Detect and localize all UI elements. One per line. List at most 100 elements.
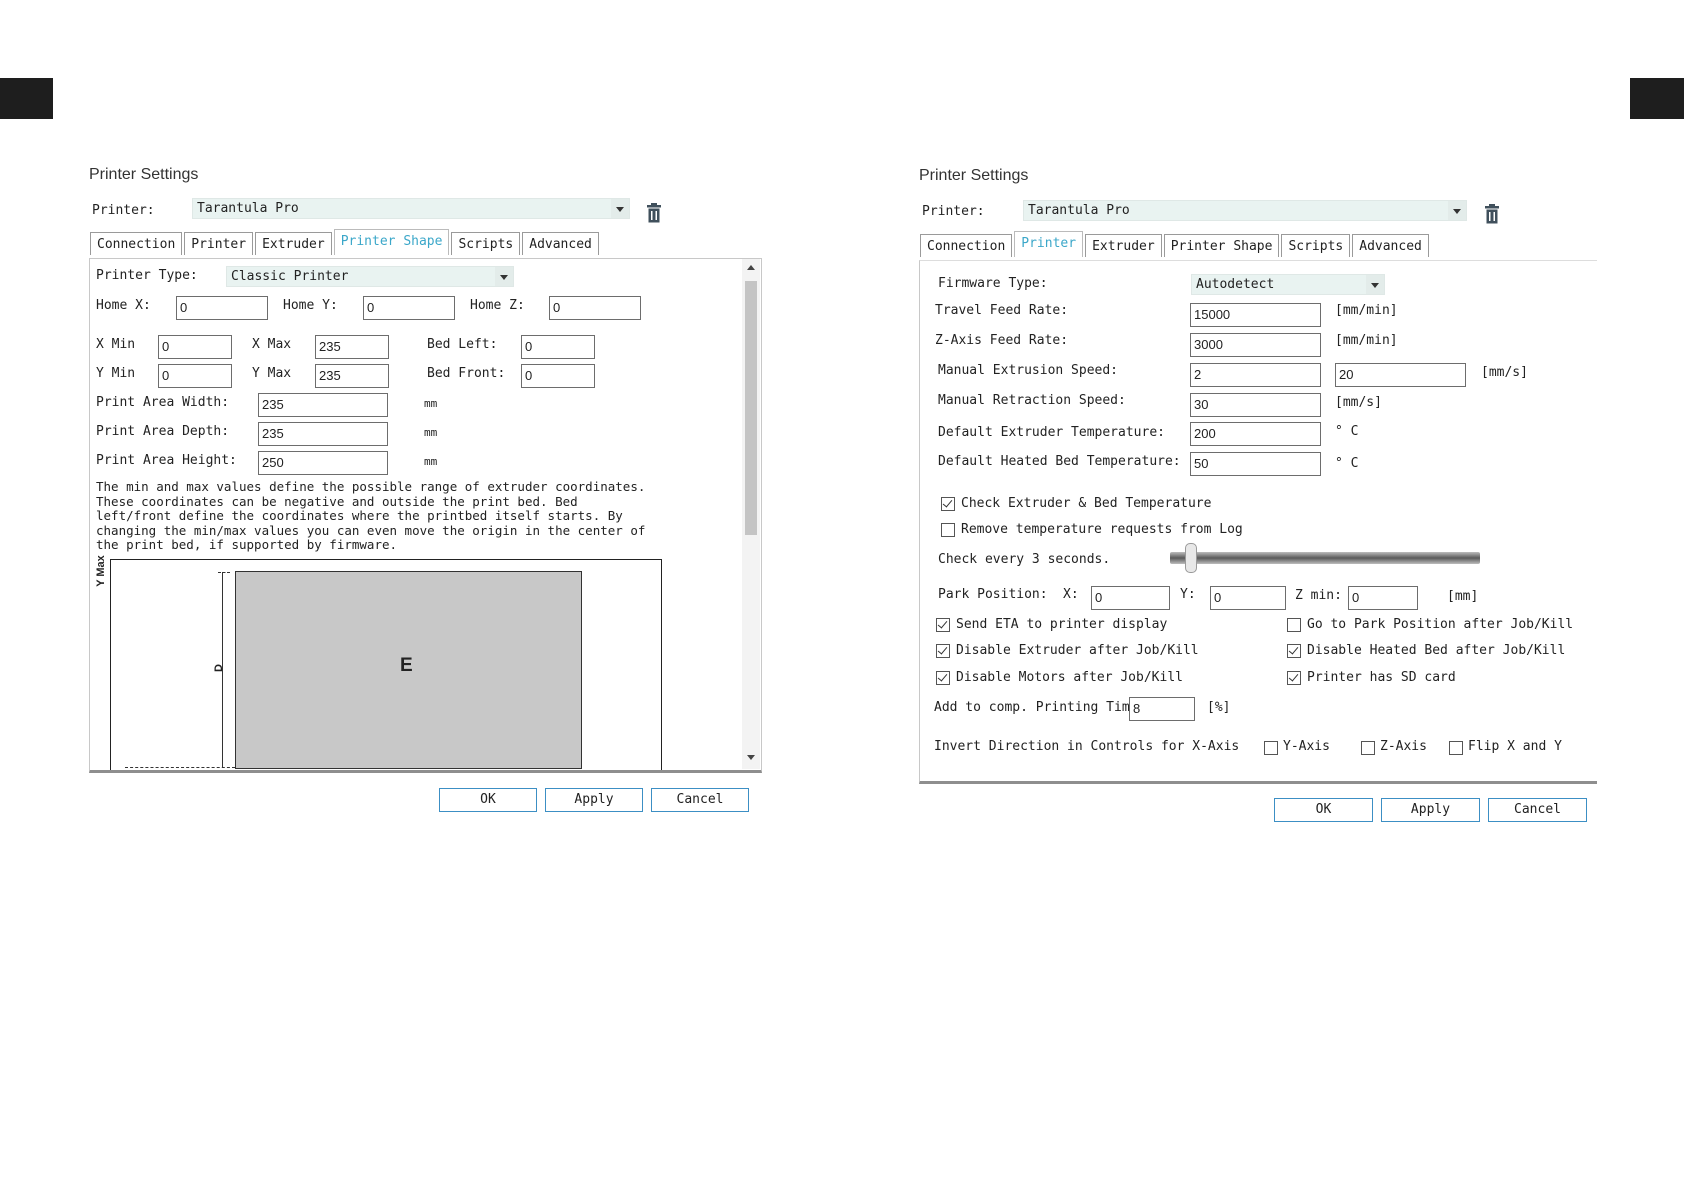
invert-y-axis-checkbox[interactable]: [1264, 741, 1278, 755]
printer-type-label: Printer Type:: [96, 268, 198, 283]
y-max-label: Y Max: [252, 366, 292, 381]
park-z-min-field[interactable]: 0: [1348, 586, 1418, 610]
trash-icon[interactable]: [645, 203, 663, 223]
disable-extruder-checkbox[interactable]: [936, 644, 950, 658]
y-max-field[interactable]: 235: [315, 364, 389, 388]
tab-connection[interactable]: Connection: [920, 234, 1013, 257]
tab-connection[interactable]: Connection: [90, 232, 183, 255]
x-max-field[interactable]: 235: [315, 335, 389, 359]
flip-x-y-checkbox[interactable]: [1449, 741, 1463, 755]
default-bed-temperature-field[interactable]: 50: [1190, 452, 1321, 476]
tab-advanced[interactable]: Advanced: [522, 232, 599, 255]
disable-motors-label: Disable Motors after Job/Kill: [956, 670, 1183, 685]
printer-has-sd-card-checkbox[interactable]: [1287, 671, 1301, 685]
invert-x-axis-label: Invert Direction in Controls for X-Axis: [934, 739, 1240, 754]
diagram-label-e: E: [400, 655, 413, 676]
check-interval-slider-thumb[interactable]: [1184, 543, 1197, 573]
disable-motors-checkbox[interactable]: [936, 671, 950, 685]
firmware-type-select[interactable]: Autodetect: [1191, 274, 1385, 295]
diagram-label-y-max: Y Max: [95, 555, 107, 587]
home-x-field[interactable]: 0: [176, 296, 268, 320]
park-position-unit: [mm]: [1447, 589, 1479, 604]
left-tab-panel: Printer Type: Classic Printer Home X: 0 …: [89, 258, 762, 773]
send-eta-checkbox[interactable]: [936, 618, 950, 632]
right-tab-bar: Connection Printer Extruder Printer Shap…: [920, 231, 1431, 257]
home-x-label: Home X:: [96, 298, 151, 313]
left-scroll-thumb[interactable]: [745, 281, 757, 535]
left-cancel-button[interactable]: Cancel: [651, 788, 749, 812]
trash-icon[interactable]: [1483, 204, 1501, 224]
z-axis-feed-rate-label: Z-Axis Feed Rate:: [935, 333, 1069, 348]
tab-printer-shape[interactable]: Printer Shape: [333, 229, 450, 255]
manual-retraction-speed-field[interactable]: 30: [1190, 393, 1321, 417]
y-min-field[interactable]: 0: [158, 364, 232, 388]
left-panel-scrollbar[interactable]: [742, 259, 760, 769]
park-y-label: Y:: [1180, 587, 1196, 602]
left-printer-value: Tarantula Pro: [197, 201, 299, 216]
page-corner-marker-right: [1630, 78, 1684, 119]
print-area-depth-label: Print Area Depth:: [96, 424, 230, 439]
chevron-down-icon: [495, 267, 513, 286]
park-x-field[interactable]: 0: [1091, 586, 1170, 610]
print-area-height-field[interactable]: 250: [258, 451, 388, 475]
print-area-height-label: Print Area Height:: [96, 453, 237, 468]
default-extruder-temperature-field[interactable]: 200: [1190, 422, 1321, 446]
z-axis-feed-rate-unit: [mm/min]: [1335, 333, 1398, 348]
right-ok-button[interactable]: OK: [1274, 798, 1373, 822]
add-comp-printing-time-field[interactable]: 8: [1129, 697, 1195, 721]
right-cancel-button[interactable]: Cancel: [1488, 798, 1587, 822]
manual-extrusion-speed-min-field[interactable]: 2: [1190, 363, 1321, 387]
chevron-down-icon: [611, 199, 629, 218]
travel-feed-rate-field[interactable]: 15000: [1190, 303, 1321, 327]
x-min-label: X Min: [96, 337, 136, 352]
manual-extrusion-speed-max-field[interactable]: 20: [1335, 363, 1466, 387]
left-apply-button[interactable]: Apply: [545, 788, 643, 812]
bed-left-field[interactable]: 0: [521, 335, 595, 359]
printer-type-select[interactable]: Classic Printer: [226, 266, 514, 287]
tab-advanced[interactable]: Advanced: [1352, 234, 1429, 257]
right-printer-select[interactable]: Tarantula Pro: [1023, 200, 1467, 221]
width-unit: mm: [424, 397, 438, 410]
default-extruder-temperature-unit: ° C: [1335, 424, 1359, 439]
home-z-field[interactable]: 0: [549, 296, 641, 320]
remove-temp-requests-checkbox[interactable]: [941, 523, 955, 537]
left-printer-select[interactable]: Tarantula Pro: [192, 198, 630, 219]
manual-retraction-speed-unit: [mm/s]: [1335, 395, 1382, 410]
right-printer-value: Tarantula Pro: [1028, 203, 1130, 218]
disable-heated-bed-checkbox[interactable]: [1287, 644, 1301, 658]
right-apply-button[interactable]: Apply: [1381, 798, 1480, 822]
print-area-width-field[interactable]: 235: [258, 393, 388, 417]
check-interval-slider[interactable]: [1170, 552, 1480, 564]
print-area-width-label: Print Area Width:: [96, 395, 230, 410]
firmware-type-label: Firmware Type:: [938, 276, 1048, 291]
scroll-up-icon[interactable]: [747, 265, 755, 270]
travel-feed-rate-unit: [mm/min]: [1335, 303, 1398, 318]
coordinates-help-text: The min and max values define the possib…: [96, 479, 646, 552]
x-min-field[interactable]: 0: [158, 335, 232, 359]
default-bed-temperature-label: Default Heated Bed Temperature:: [938, 454, 1181, 469]
left-printer-label: Printer:: [92, 203, 155, 218]
flip-x-y-label: Flip X and Y: [1468, 739, 1562, 754]
go-park-position-checkbox[interactable]: [1287, 618, 1301, 632]
height-unit: mm: [424, 455, 438, 468]
left-ok-button[interactable]: OK: [439, 788, 537, 812]
bed-front-field[interactable]: 0: [521, 364, 595, 388]
invert-z-axis-checkbox[interactable]: [1361, 741, 1375, 755]
left-tab-bar: Connection Printer Extruder Printer Shap…: [90, 229, 601, 255]
park-y-field[interactable]: 0: [1210, 586, 1286, 610]
tab-printer-shape[interactable]: Printer Shape: [1163, 234, 1280, 257]
park-z-min-label: Z min:: [1295, 588, 1342, 603]
tab-printer[interactable]: Printer: [184, 232, 254, 255]
tab-extruder[interactable]: Extruder: [255, 232, 332, 255]
scroll-down-icon[interactable]: [747, 755, 755, 760]
check-temperature-checkbox[interactable]: [941, 497, 955, 511]
tab-extruder[interactable]: Extruder: [1085, 234, 1162, 257]
print-area-depth-field[interactable]: 235: [258, 422, 388, 446]
tab-scripts[interactable]: Scripts: [451, 232, 521, 255]
tab-printer[interactable]: Printer: [1014, 231, 1084, 257]
home-y-field[interactable]: 0: [363, 296, 455, 320]
left-dialog-title: Printer Settings: [89, 166, 199, 183]
tab-scripts[interactable]: Scripts: [1281, 234, 1351, 257]
page-corner-marker-left: [0, 78, 53, 119]
z-axis-feed-rate-field[interactable]: 3000: [1190, 333, 1321, 357]
